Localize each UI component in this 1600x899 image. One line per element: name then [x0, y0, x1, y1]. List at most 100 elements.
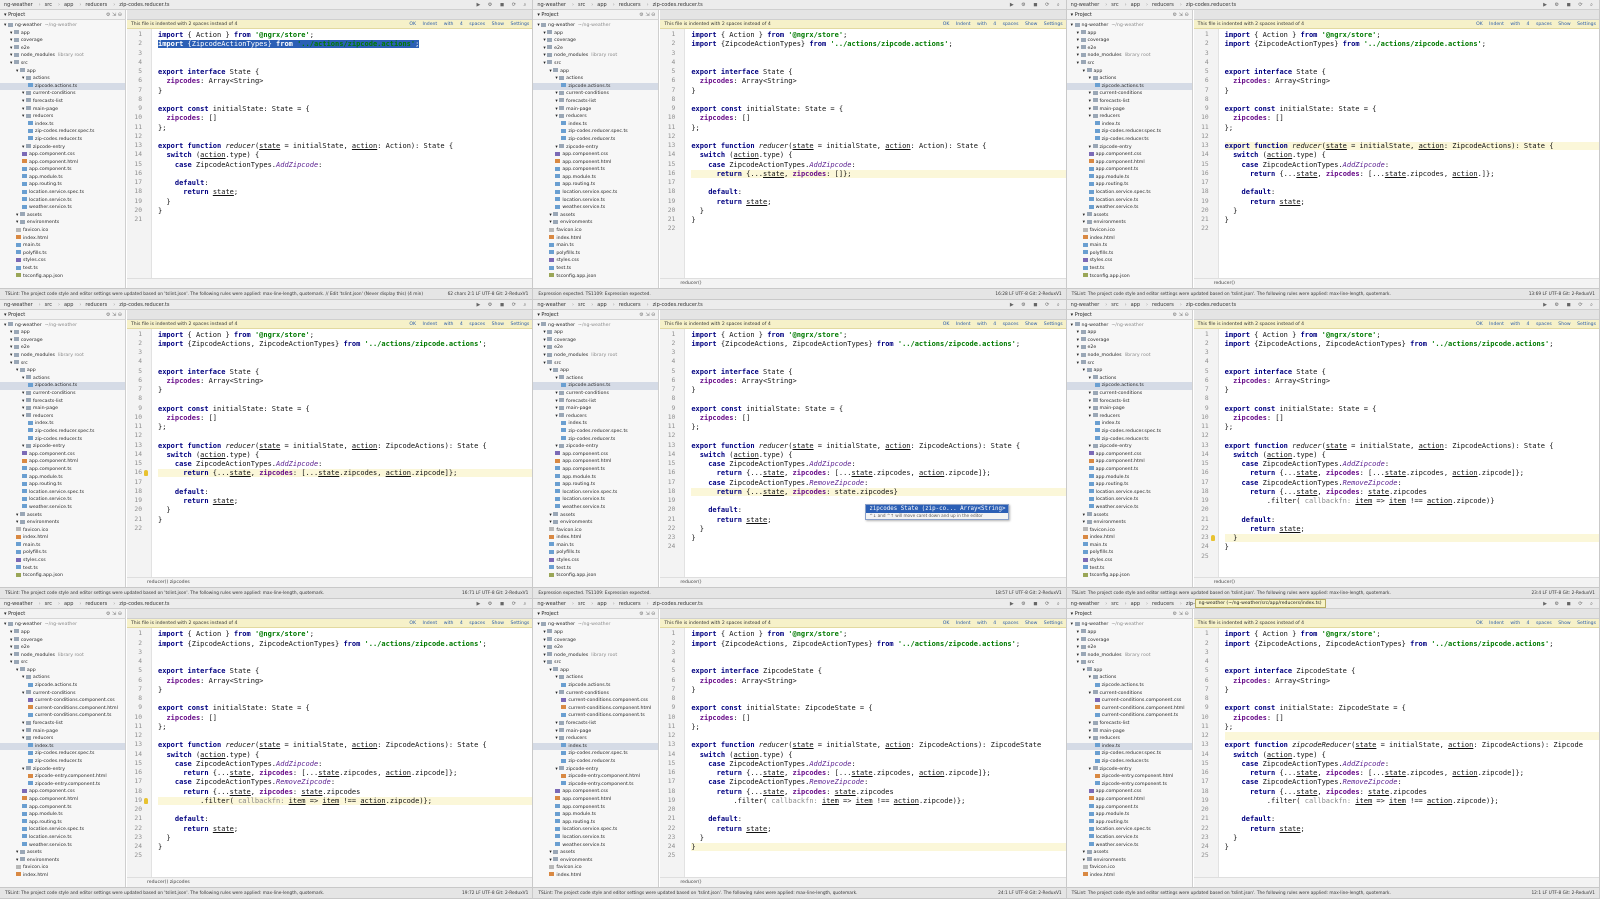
tree-node[interactable]: location.service.spec.ts — [1067, 489, 1192, 497]
tree-node[interactable]: ▾ zipcode-entry — [533, 144, 658, 152]
code-line[interactable]: case ZipcodeActionTypes.AddZipcode: — [1225, 760, 1390, 768]
code-line[interactable] — [691, 649, 695, 657]
notification-link[interactable]: Indent with 4 spaces — [956, 322, 1025, 327]
tree-node[interactable]: zipcode.actions.ts — [0, 682, 125, 690]
code-line[interactable]: export const initialState: State = { — [1225, 405, 1377, 413]
tree-node[interactable]: ▾ current-conditions — [1067, 90, 1192, 98]
tree-node[interactable]: favicon.ico — [1067, 227, 1192, 235]
nav-crumb[interactable]: app — [1131, 302, 1140, 308]
code-editor[interactable]: import { Action } from '@ngrx/store'; imp… — [1219, 29, 1599, 278]
tree-node[interactable]: app.component.html — [533, 458, 658, 466]
code-line[interactable] — [691, 349, 695, 357]
code-line[interactable]: import {ZipcodeActions, ZipcodeActionTyp… — [1225, 340, 1554, 348]
tree-node[interactable]: polyfills.ts — [0, 250, 125, 258]
code-line[interactable]: zipcodes: [] — [158, 714, 217, 722]
tree-node[interactable]: ▾ actions — [533, 375, 658, 383]
tree-node[interactable]: ▾ reducers — [533, 113, 658, 121]
tree-node[interactable]: ▾ app — [0, 30, 125, 38]
notification-link[interactable]: OK — [409, 621, 422, 626]
tree-node[interactable]: ▾ coverage — [0, 337, 125, 345]
tree-node[interactable]: ▾ current-conditions — [1067, 390, 1192, 398]
code-line[interactable]: export function reducer(state = initialS… — [158, 142, 453, 150]
nav-crumb[interactable]: ng-weather — [537, 302, 566, 308]
code-line[interactable]: return state; — [158, 188, 238, 196]
code-line[interactable]: return {...state, zipcodes: [...state.zi… — [691, 769, 991, 777]
tree-node[interactable]: zip-codes.reducer.spec.ts — [1067, 128, 1192, 136]
tree-node[interactable]: location.service.ts — [533, 834, 658, 842]
tree-node[interactable]: ▾ src — [533, 360, 658, 368]
nav-crumb[interactable]: app — [64, 601, 73, 607]
editor-breadcrumb[interactable]: reducer() — [660, 277, 1066, 288]
tree-node[interactable]: app.component.html — [1067, 159, 1192, 167]
code-line[interactable]: .filter( callbackfn: item => item !== ac… — [1225, 797, 1499, 805]
tree-node[interactable]: tsconfig.app.json — [1067, 273, 1192, 281]
code-line[interactable]: return state; — [1225, 525, 1305, 533]
code-line[interactable] — [691, 732, 695, 740]
nav-crumb[interactable]: zip-codes.reducer.ts — [119, 302, 169, 308]
tree-node[interactable]: ▾ app — [1067, 30, 1192, 38]
code-line[interactable]: zipcodes: Array<String> — [1225, 377, 1330, 385]
tree-node[interactable]: app.module.ts — [533, 811, 658, 819]
tree-node[interactable]: ▾ node_modules library root — [0, 52, 125, 60]
code-line[interactable]: case ZipcodeActionTypes.AddZipcode: — [691, 161, 856, 169]
code-line[interactable]: default: — [1225, 188, 1276, 196]
code-line[interactable]: zipcodes: [] — [691, 114, 751, 122]
nav-crumb[interactable]: src — [45, 302, 52, 308]
tree-node[interactable]: app.routing.ts — [1067, 481, 1192, 489]
tree-node[interactable]: index.html — [0, 235, 125, 243]
code-line[interactable]: } — [691, 843, 1066, 852]
code-line[interactable]: zipcodes: Array<String> — [691, 77, 797, 85]
tree-node[interactable]: ▾ main-page — [1067, 405, 1192, 413]
tree-node[interactable]: ▾ environments — [1067, 219, 1192, 227]
tree-node[interactable]: zip-codes.reducer.ts — [0, 436, 125, 444]
tree-node[interactable]: test.ts — [0, 565, 125, 573]
tree-node[interactable]: ▾ e2e — [1067, 344, 1192, 352]
code-line[interactable]: }; — [691, 423, 699, 431]
code-line[interactable]: export function reducer(state = initialS… — [691, 741, 1041, 749]
code-line[interactable]: default: — [158, 488, 209, 496]
nav-crumb[interactable]: src — [578, 2, 585, 8]
lightbulb-icon[interactable] — [144, 797, 148, 804]
tree-node[interactable]: styles.css — [0, 257, 125, 265]
status-indicators[interactable]: 23:4 LF UTF-8 Git: 2-ReduxV1 — [1527, 588, 1595, 599]
code-line[interactable]: } — [158, 207, 162, 215]
tree-node[interactable]: app.component.html — [533, 159, 658, 167]
tree-node[interactable]: ▾ reducers — [1067, 113, 1192, 121]
tree-node[interactable]: zipcode-entry.component.ts — [0, 781, 125, 789]
tree-node[interactable]: app.component.html — [0, 796, 125, 804]
code-line[interactable] — [691, 133, 695, 141]
nav-crumb[interactable]: zip-codes.reducer.ts — [1186, 2, 1236, 8]
tree-node[interactable]: test.ts — [533, 565, 658, 573]
tree-node[interactable]: ▾ node_modules library root — [1067, 52, 1192, 60]
tree-node[interactable]: current-conditions.component.css — [533, 697, 658, 705]
tree-node[interactable]: tsconfig.app.json — [533, 572, 658, 580]
notification-link[interactable]: Indent with 4 spaces — [1489, 621, 1558, 626]
tree-node[interactable]: test.ts — [1067, 265, 1192, 273]
status-indicators[interactable]: 16:28 LF UTF-8 Git: 2-ReduxV1 — [991, 288, 1062, 299]
code-line[interactable] — [1225, 553, 1229, 561]
tree-node[interactable]: main.ts — [0, 542, 125, 550]
code-line[interactable]: return {...state, zipcodes: [...state.zi… — [691, 469, 991, 477]
tree-node[interactable]: ▾ current-conditions — [533, 390, 658, 398]
code-line[interactable]: } — [1225, 843, 1229, 851]
tree-node[interactable]: favicon.ico — [533, 227, 658, 235]
status-indicators[interactable]: 24:1 LF UTF-8 Git: 2-ReduxV1 — [994, 887, 1062, 898]
tree-node[interactable]: styles.css — [533, 557, 658, 565]
project-panel-header[interactable]: ▾ Project ⚙ ⇲ ⊖ — [533, 309, 660, 320]
code-line[interactable]: } — [1225, 543, 1229, 551]
code-line[interactable] — [158, 732, 162, 740]
code-line[interactable]: case ZipcodeActionTypes.RemoveZipcode: — [691, 778, 868, 786]
code-line[interactable] — [691, 59, 695, 67]
tree-node[interactable]: ▾ e2e — [0, 45, 125, 53]
code-line[interactable]: zipcodes: Array<String> — [691, 677, 797, 685]
tree-node[interactable]: ▾ main-page — [0, 106, 125, 114]
tree-node[interactable]: index.ts — [533, 420, 658, 428]
code-line[interactable]: case ZipcodeActionTypes.RemoveZipcode: — [158, 778, 335, 786]
tree-node[interactable]: ▾ zipcode-entry — [533, 766, 658, 774]
code-line[interactable]: zipcodes: [] — [691, 414, 751, 422]
code-line[interactable]: case ZipcodeActionTypes.AddZipcode: — [158, 460, 323, 468]
code-line[interactable]: export const initialState: State = { — [691, 105, 843, 113]
tree-node[interactable]: app.routing.ts — [533, 181, 658, 189]
tree-node[interactable]: app.module.ts — [1067, 174, 1192, 182]
editor-breadcrumb[interactable]: reducer() zipcodes — [127, 876, 533, 887]
